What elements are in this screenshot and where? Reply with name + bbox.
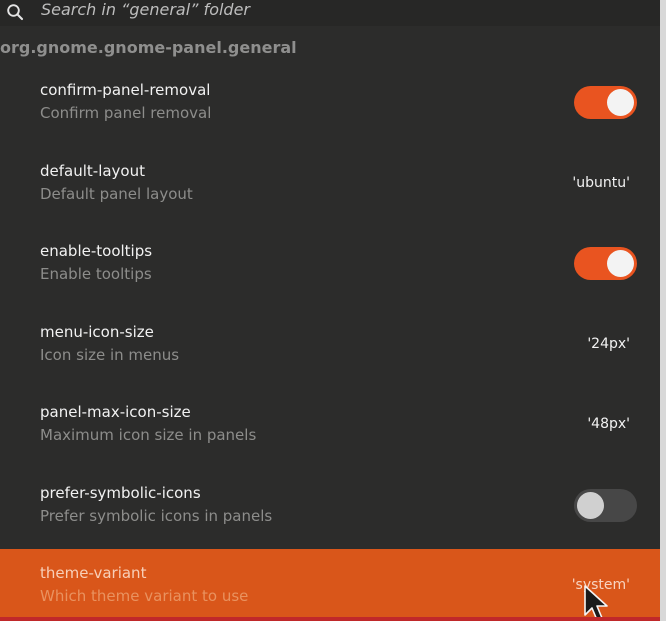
dconf-editor-window: Search in “general” folder org.gnome.gno… bbox=[0, 0, 660, 621]
key-summary: Maximum icon size in panels bbox=[40, 426, 257, 444]
key-name: default-layout bbox=[40, 162, 145, 180]
key-value: '24px' bbox=[587, 336, 630, 352]
confirm-panel-removal-toggle[interactable] bbox=[574, 86, 637, 119]
key-row-theme-variant[interactable]: theme-variant Which theme variant to use… bbox=[0, 549, 660, 621]
key-row-default-layout[interactable]: default-layout Default panel layout 'ubu… bbox=[0, 147, 660, 228]
schema-title: org.gnome.gnome-panel.general bbox=[0, 38, 297, 57]
key-summary: Prefer symbolic icons in panels bbox=[40, 507, 273, 525]
toggle-knob bbox=[607, 250, 634, 277]
key-row-panel-max-icon-size[interactable]: panel-max-icon-size Maximum icon size in… bbox=[0, 388, 660, 469]
search-bar[interactable]: Search in “general” folder bbox=[0, 0, 660, 26]
key-summary: Enable tooltips bbox=[40, 265, 152, 283]
window-right-edge bbox=[660, 0, 666, 621]
window-bottom-edge bbox=[0, 617, 660, 621]
key-name: panel-max-icon-size bbox=[40, 403, 191, 421]
key-row-menu-icon-size[interactable]: menu-icon-size Icon size in menus '24px' bbox=[0, 308, 660, 389]
key-row-prefer-symbolic-icons[interactable]: prefer-symbolic-icons Prefer symbolic ic… bbox=[0, 469, 660, 550]
key-summary: Which theme variant to use bbox=[40, 587, 249, 605]
key-value: 'ubuntu' bbox=[572, 175, 630, 191]
key-row-enable-tooltips[interactable]: enable-tooltips Enable tooltips bbox=[0, 227, 660, 308]
key-value: '48px' bbox=[587, 416, 630, 432]
search-input[interactable]: Search in “general” folder bbox=[41, 0, 250, 19]
mouse-pointer-icon bbox=[584, 585, 608, 621]
key-list: confirm-panel-removal Confirm panel remo… bbox=[0, 66, 660, 621]
key-summary: Icon size in menus bbox=[40, 346, 180, 364]
key-name: menu-icon-size bbox=[40, 323, 154, 341]
key-row-confirm-panel-removal[interactable]: confirm-panel-removal Confirm panel remo… bbox=[0, 66, 660, 147]
enable-tooltips-toggle[interactable] bbox=[574, 247, 637, 280]
key-name: enable-tooltips bbox=[40, 242, 153, 260]
key-name: confirm-panel-removal bbox=[40, 81, 211, 99]
toggle-knob bbox=[577, 492, 604, 519]
key-name: prefer-symbolic-icons bbox=[40, 484, 201, 502]
toggle-knob bbox=[607, 89, 634, 116]
search-icon bbox=[7, 4, 24, 21]
prefer-symbolic-icons-toggle[interactable] bbox=[574, 489, 637, 522]
key-summary: Confirm panel removal bbox=[40, 104, 212, 122]
key-summary: Default panel layout bbox=[40, 185, 193, 203]
key-name: theme-variant bbox=[40, 564, 147, 582]
